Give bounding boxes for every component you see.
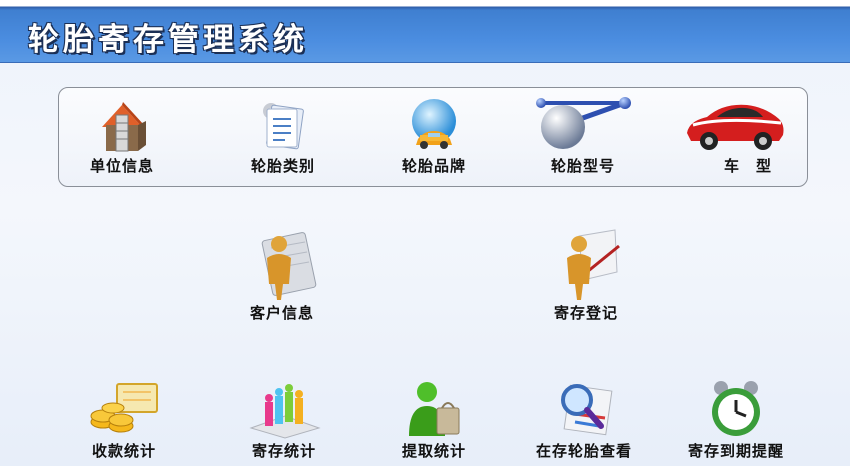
house-icon bbox=[102, 102, 146, 152]
coins-icon bbox=[90, 383, 158, 433]
storage-register-label: 寄存登记 bbox=[553, 304, 618, 322]
magnifier-icon bbox=[561, 384, 613, 436]
tire-brand-button[interactable]: 轮胎品牌 bbox=[394, 95, 474, 176]
pickup-stats-label: 提取统计 bbox=[401, 442, 466, 460]
customer-info-button[interactable]: 客户信息 bbox=[238, 228, 326, 323]
document-list-icon bbox=[263, 103, 304, 150]
globe-car-icon bbox=[412, 99, 456, 149]
payment-stats-label: 收款统计 bbox=[91, 442, 156, 460]
payment-stats-button[interactable]: 收款统计 bbox=[80, 378, 168, 461]
stored-tires-view-button[interactable]: 在存轮胎查看 bbox=[528, 378, 640, 461]
unit-info-button[interactable]: 单位信息 bbox=[82, 95, 162, 176]
title-bar: 轮胎寄存管理系统 bbox=[0, 0, 850, 63]
storage-stats-label: 寄存统计 bbox=[251, 442, 316, 460]
storage-expiry-reminder-button[interactable]: 寄存到期提醒 bbox=[680, 378, 792, 461]
app-title: 轮胎寄存管理系统 bbox=[28, 22, 308, 58]
tire-category-button[interactable]: 轮胎类别 bbox=[243, 95, 323, 176]
tire-model-label: 轮胎型号 bbox=[550, 157, 615, 175]
car-type-label: 车 型 bbox=[723, 157, 772, 175]
storage-expiry-reminder-label: 寄存到期提醒 bbox=[687, 442, 784, 460]
tire-brand-label: 轮胎品牌 bbox=[401, 157, 466, 175]
user-figure-icon bbox=[261, 232, 317, 300]
customer-info-label: 客户信息 bbox=[249, 304, 314, 322]
storage-stats-button[interactable]: 寄存统计 bbox=[240, 378, 328, 461]
user-register-icon bbox=[567, 229, 620, 300]
tire-model-button[interactable]: 轮胎型号 bbox=[533, 95, 633, 176]
stored-tires-view-label: 在存轮胎查看 bbox=[535, 442, 632, 460]
pickup-stats-button[interactable]: 提取统计 bbox=[390, 378, 478, 461]
unit-info-label: 单位信息 bbox=[89, 157, 154, 175]
molecule-icon bbox=[536, 97, 631, 149]
storage-register-button[interactable]: 寄存登记 bbox=[542, 228, 630, 323]
bar-people-icon bbox=[249, 384, 321, 439]
car-type-button[interactable]: 车 型 bbox=[683, 95, 787, 176]
tire-category-label: 轮胎类别 bbox=[250, 157, 315, 175]
user-bag-icon bbox=[409, 382, 460, 436]
alarm-clock-icon bbox=[712, 381, 760, 436]
sports-car-icon bbox=[687, 104, 784, 150]
